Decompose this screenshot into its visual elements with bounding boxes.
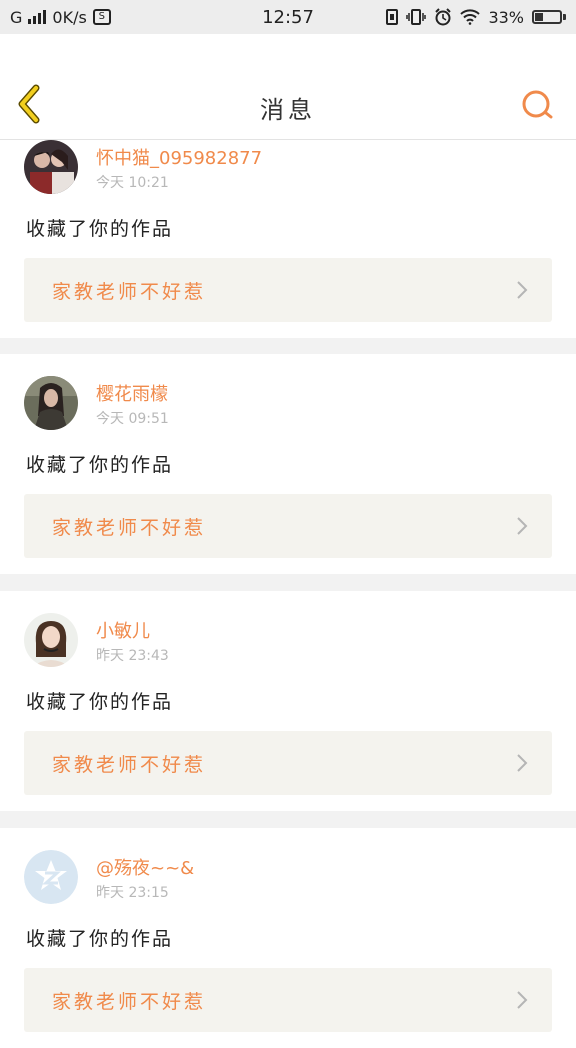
alarm-icon <box>435 8 452 26</box>
battery-icon <box>532 10 566 24</box>
action-text: 收藏了你的作品 <box>26 928 174 950</box>
timestamp: 今天 09:51 <box>96 411 169 427</box>
username[interactable]: @殇夜~~& <box>96 854 194 880</box>
work-link[interactable]: 家教老师不好惹 <box>24 494 552 558</box>
list-item: 怀中猫_095982877 今天 10:21 收藏了你的作品 家教老师不好惹 <box>0 118 576 338</box>
timestamp: 昨天 23:15 <box>96 885 169 901</box>
list-item: 樱花雨檬 今天 09:51 收藏了你的作品 家教老师不好惹 <box>0 354 576 574</box>
list-item: 小敏儿 昨天 23:43 收藏了你的作品 家教老师不好惹 <box>0 591 576 811</box>
default-qq-avatar-icon[interactable] <box>24 850 78 904</box>
username[interactable]: 怀中猫_095982877 <box>96 144 262 170</box>
list-item: @殇夜~~& 昨天 23:15 收藏了你的作品 家教老师不好惹 <box>0 828 576 1048</box>
chevron-right-icon <box>517 281 528 299</box>
work-link[interactable]: 家教老师不好惹 <box>24 258 552 322</box>
avatar[interactable] <box>24 140 78 194</box>
status-right: 33% <box>386 8 566 27</box>
page-title: 消息 <box>260 96 316 124</box>
work-title: 家教老师不好惹 <box>52 280 207 303</box>
avatar[interactable] <box>24 613 78 667</box>
work-link[interactable]: 家教老师不好惹 <box>24 968 552 1032</box>
signal-icon <box>28 10 47 24</box>
action-text: 收藏了你的作品 <box>26 454 174 476</box>
avatar[interactable] <box>24 376 78 430</box>
search-icon[interactable] <box>520 88 554 122</box>
username[interactable]: 小敏儿 <box>96 617 150 643</box>
battery-percent: 33% <box>488 7 524 27</box>
wifi-icon <box>460 9 481 25</box>
screenshot-icon: S <box>92 9 111 25</box>
work-title: 家教老师不好惹 <box>52 753 207 776</box>
timestamp: 昨天 23:43 <box>96 648 169 664</box>
network-type: G <box>10 7 23 27</box>
work-link[interactable]: 家教老师不好惹 <box>24 731 552 795</box>
status-left: G 0K/s S <box>10 8 111 27</box>
work-title: 家教老师不好惹 <box>52 516 207 539</box>
action-text: 收藏了你的作品 <box>26 691 174 713</box>
chevron-right-icon <box>517 517 528 535</box>
chevron-right-icon <box>517 754 528 772</box>
network-speed: 0K/s <box>52 7 87 27</box>
action-text: 收藏了你的作品 <box>26 218 174 240</box>
work-title: 家教老师不好惹 <box>52 990 207 1013</box>
top-nav-bar: 消息 <box>0 34 576 140</box>
chevron-right-icon <box>517 991 528 1009</box>
status-bar: G 0K/s S 12:57 33% <box>0 0 576 34</box>
sim-icon <box>386 9 399 25</box>
username[interactable]: 樱花雨檬 <box>96 380 168 406</box>
timestamp: 今天 10:21 <box>96 175 169 191</box>
vibrate-icon <box>406 9 427 25</box>
